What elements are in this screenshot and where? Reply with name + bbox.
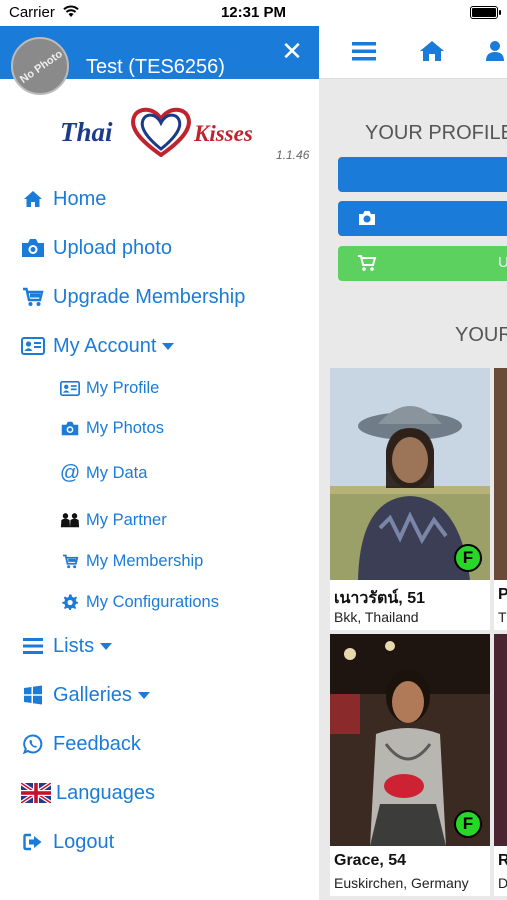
camera-icon bbox=[20, 237, 46, 259]
home-icon[interactable] bbox=[418, 39, 446, 65]
user-name[interactable]: Test (TES6256) bbox=[86, 56, 225, 79]
close-icon[interactable]: ✕ bbox=[280, 38, 304, 64]
side-drawer: Test (TES6256) ✕ No Photo Thai Kisses 1.… bbox=[0, 26, 319, 900]
card-location: Bkk, Thailand bbox=[334, 609, 419, 625]
card-location: T bbox=[498, 609, 507, 625]
submenu-item-my-profile[interactable]: My Profile bbox=[60, 376, 159, 400]
card-name: R bbox=[498, 852, 507, 869]
menu-item-logout[interactable]: Logout bbox=[20, 827, 114, 857]
submenu-item-label: My Profile bbox=[86, 378, 160, 397]
profile-card[interactable]: F Grace, 54 Euskirchen, Germany bbox=[330, 634, 490, 896]
windows-icon bbox=[20, 684, 46, 706]
app-version: 1.1.46 bbox=[276, 148, 310, 162]
submenu-item-my-photos[interactable]: My Photos bbox=[60, 416, 164, 440]
gender-badge: F bbox=[454, 544, 482, 572]
menu-item-label: Feedback bbox=[53, 732, 141, 755]
card-location: Euskirchen, Germany bbox=[334, 875, 469, 891]
profile-card[interactable]: F เนาวรัตน์, 51 Bkk, Thailand bbox=[330, 368, 490, 630]
clock: 12:31 PM bbox=[220, 4, 287, 21]
menu-item-upload-photo[interactable]: Upload photo bbox=[20, 233, 172, 263]
submenu-item-label: My Partner bbox=[86, 510, 167, 529]
profile-title: YOUR PROFILE bbox=[365, 122, 507, 144]
profile-photo bbox=[494, 368, 507, 580]
couple-icon bbox=[60, 511, 80, 529]
at-sign-icon: @ bbox=[59, 461, 81, 484]
card-name: เนาวรัตน์, 51 bbox=[334, 590, 425, 607]
submenu-item-my-configurations[interactable]: My Configurations bbox=[60, 590, 219, 614]
submenu-item-my-data[interactable]: @ My Data bbox=[59, 461, 148, 485]
cart-icon bbox=[20, 286, 46, 308]
list-icon bbox=[20, 635, 46, 657]
gear-icon bbox=[60, 593, 80, 611]
submenu-item-label: My Photos bbox=[86, 418, 164, 437]
menu-item-home[interactable]: Home bbox=[20, 184, 106, 214]
submenu-item-label: My Membership bbox=[86, 551, 204, 570]
submenu-item-label: My Configurations bbox=[86, 592, 219, 611]
submenu-item-my-membership[interactable]: My Membership bbox=[60, 549, 203, 573]
menu-item-my-account[interactable]: My Account bbox=[20, 331, 175, 361]
whatsapp-icon bbox=[20, 733, 46, 755]
submenu-item-my-partner[interactable]: My Partner bbox=[60, 508, 167, 532]
section-title: YOUR bbox=[455, 324, 507, 346]
upgrade-button[interactable]: U bbox=[338, 246, 507, 281]
menu-item-label: Upload photo bbox=[53, 236, 172, 259]
upload-photo-button[interactable] bbox=[338, 201, 507, 236]
camera-icon bbox=[60, 419, 80, 437]
menu-item-feedback[interactable]: Feedback bbox=[20, 729, 141, 759]
submenu-item-label: My Data bbox=[86, 463, 148, 482]
profile-photo bbox=[494, 634, 507, 846]
upgrade-button-text: U bbox=[498, 254, 507, 271]
uk-flag-icon bbox=[20, 782, 52, 804]
camera-icon bbox=[357, 209, 377, 229]
status-bar: Carrier 12:31 PM bbox=[0, 0, 507, 26]
app-logo: Thai Kisses bbox=[58, 105, 264, 158]
menu-icon[interactable] bbox=[351, 39, 379, 65]
users-icon[interactable] bbox=[485, 39, 507, 65]
menu-item-label: Upgrade Membership bbox=[53, 285, 246, 308]
id-card-icon bbox=[20, 335, 46, 357]
menu-item-label: Lists bbox=[53, 634, 95, 657]
card-name: Grace, 54 bbox=[334, 852, 407, 869]
gender-badge: F bbox=[454, 810, 482, 838]
avatar-placeholder-text: No Photo bbox=[17, 48, 65, 86]
cart-icon bbox=[60, 552, 80, 570]
menu-item-upgrade-membership[interactable]: Upgrade Membership bbox=[20, 282, 245, 312]
menu-item-label: Galleries bbox=[53, 683, 132, 706]
menu-item-label: Home bbox=[53, 187, 107, 210]
profile-card[interactable]: P T bbox=[494, 368, 507, 630]
card-name: P bbox=[498, 586, 507, 603]
caret-down-icon bbox=[162, 342, 175, 350]
logout-icon bbox=[20, 831, 46, 853]
home-icon bbox=[20, 188, 46, 210]
top-nav-bar bbox=[319, 26, 507, 79]
menu-item-label: Logout bbox=[53, 830, 115, 853]
caret-down-icon bbox=[100, 642, 113, 650]
card-location: D bbox=[498, 875, 507, 891]
logo-text-left: Thai bbox=[60, 117, 113, 147]
menu-item-lists[interactable]: Lists bbox=[20, 631, 113, 661]
profile-button-1[interactable] bbox=[338, 157, 507, 192]
id-card-icon bbox=[60, 379, 80, 397]
logo-text-right: Kisses bbox=[193, 121, 253, 146]
menu-item-languages[interactable]: Languages bbox=[20, 778, 155, 808]
battery-icon bbox=[470, 6, 501, 19]
caret-down-icon bbox=[137, 691, 150, 699]
avatar[interactable]: No Photo bbox=[11, 37, 69, 95]
menu-item-label: My Account bbox=[53, 334, 157, 357]
menu-item-galleries[interactable]: Galleries bbox=[20, 680, 150, 710]
menu-item-label: Languages bbox=[56, 781, 155, 804]
profile-card[interactable]: R D bbox=[494, 634, 507, 896]
main-page: YOUR PROFILE U YOUR F เนาวรัตน์, 51 Bkk,… bbox=[319, 26, 507, 900]
cart-icon bbox=[357, 254, 377, 274]
